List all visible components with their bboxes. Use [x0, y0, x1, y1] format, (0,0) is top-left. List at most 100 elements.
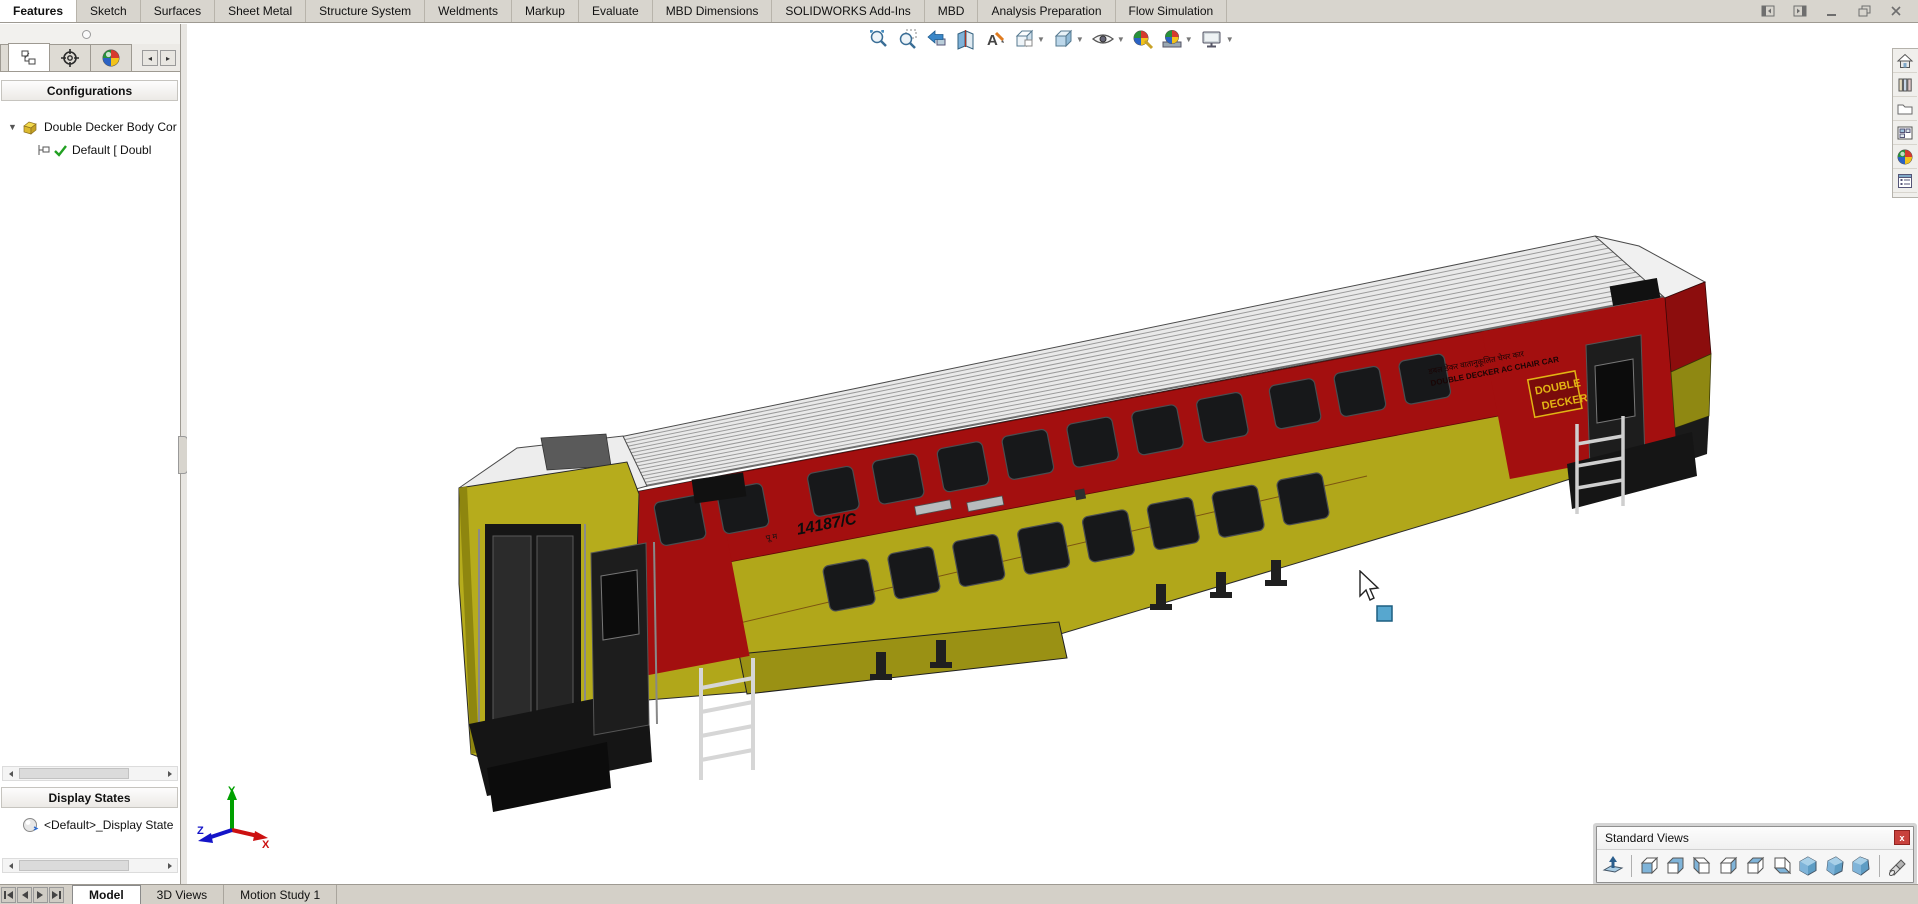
- dropdown-caret-icon[interactable]: ▼: [1117, 35, 1125, 44]
- previous-view-icon: [926, 28, 948, 50]
- reference-triad: Y X Z: [196, 782, 272, 860]
- camera-view-button[interactable]: [1885, 853, 1910, 879]
- dropdown-caret-icon[interactable]: ▼: [1076, 35, 1084, 44]
- part-icon: [22, 120, 39, 135]
- display-style-button[interactable]: ▼: [1049, 26, 1087, 52]
- left-view-button[interactable]: [1690, 853, 1715, 879]
- configuration-item-icon: [36, 143, 51, 157]
- scrollbar-thumb[interactable]: [19, 860, 129, 871]
- restore-button[interactable]: [1856, 4, 1872, 18]
- feature-manager-tab[interactable]: [8, 43, 50, 71]
- menu-tab-weldments[interactable]: Weldments: [425, 0, 512, 22]
- menu-tab-sketch[interactable]: Sketch: [77, 0, 141, 22]
- tab-scroll-prev-button[interactable]: [17, 887, 32, 903]
- front-view-button[interactable]: [1637, 853, 1662, 879]
- previous-view-button[interactable]: [923, 26, 951, 52]
- train-model[interactable]: पू म 14187/C डबल डेकर वातानुकूलित चेयर क…: [187, 24, 1918, 884]
- section-view-button[interactable]: [952, 26, 980, 52]
- scene-ball-icon: [1161, 28, 1183, 50]
- configuration-default-row[interactable]: Default [ Doubl: [0, 139, 180, 161]
- pane-toggle-left-button[interactable]: [1760, 4, 1776, 18]
- tab-3d-views[interactable]: 3D Views: [141, 885, 224, 904]
- configuration-manager-tab[interactable]: [90, 44, 132, 71]
- edit-appearance-button[interactable]: [1129, 26, 1157, 52]
- tab-scroll-next-button[interactable]: [33, 887, 48, 903]
- back-view-button[interactable]: [1663, 853, 1688, 879]
- configurations-header-label: Configurations: [47, 84, 132, 98]
- menu-tab-markup[interactable]: Markup: [512, 0, 579, 22]
- menu-tab-structure-system[interactable]: Structure System: [306, 0, 425, 22]
- right-view-button[interactable]: [1716, 853, 1741, 879]
- active-config-check-icon: [53, 143, 69, 157]
- scroll-right-arrow[interactable]: [162, 859, 177, 872]
- apply-scene-button[interactable]: ▼: [1158, 26, 1196, 52]
- view-palette-tab[interactable]: [1893, 121, 1917, 145]
- property-manager-tab[interactable]: [49, 44, 91, 71]
- window-controls: [1760, 0, 1918, 22]
- display-state-row[interactable]: <Default>_Display State: [0, 814, 180, 836]
- tree-expander-icon[interactable]: ▼: [8, 122, 18, 132]
- triad-y-label: Y: [228, 785, 236, 797]
- zoom-to-fit-button[interactable]: [865, 26, 893, 52]
- minimize-button[interactable]: [1824, 4, 1840, 18]
- menu-tab-features[interactable]: Features: [0, 0, 77, 22]
- menu-tab-analysis-preparation[interactable]: Analysis Preparation: [978, 0, 1115, 22]
- dynamic-annotation-views-button[interactable]: A: [981, 26, 1009, 52]
- panel-top-splitter[interactable]: [0, 24, 180, 44]
- tab-scroll-first-button[interactable]: [1, 887, 16, 903]
- view-orientation-button[interactable]: ▼: [1010, 26, 1048, 52]
- dimetric-view-button[interactable]: [1849, 853, 1874, 879]
- design-library-tab[interactable]: [1893, 73, 1917, 97]
- configuration-root-row[interactable]: ▼ Double Decker Body Cor: [0, 116, 180, 138]
- dropdown-caret-icon[interactable]: ▼: [1185, 35, 1193, 44]
- isometric-view-button[interactable]: [1796, 853, 1821, 879]
- tab-motion-study-1[interactable]: Motion Study 1: [224, 885, 337, 904]
- zoom-to-area-button[interactable]: [894, 26, 922, 52]
- custom-properties-tab[interactable]: [1893, 169, 1917, 193]
- display-pane-top-scrollbar[interactable]: [2, 766, 178, 781]
- dropdown-caret-icon[interactable]: ▼: [1037, 35, 1045, 44]
- file-explorer-tab[interactable]: [1893, 97, 1917, 121]
- panel-tabs-scroll-left-button[interactable]: ◂: [142, 50, 158, 66]
- trimetric-view-button[interactable]: [1822, 853, 1847, 879]
- tab-model[interactable]: Model: [72, 885, 141, 904]
- scroll-left-arrow[interactable]: [3, 767, 18, 780]
- appearances-scenes-tab[interactable]: [1893, 145, 1917, 169]
- top-view-button[interactable]: [1743, 853, 1768, 879]
- configuration-root-label: Double Decker Body Cor: [44, 120, 177, 134]
- configurations-header: Configurations: [1, 80, 178, 101]
- display-state-label: <Default>_Display State: [44, 818, 173, 832]
- books-icon: [1896, 76, 1914, 94]
- triad-x-label: X: [262, 839, 270, 851]
- menu-tab-evaluate[interactable]: Evaluate: [579, 0, 653, 22]
- bottom-view-button[interactable]: [1769, 853, 1794, 879]
- menu-tab-mbd-dimensions[interactable]: MBD Dimensions: [653, 0, 773, 22]
- normal-to-button[interactable]: [1601, 853, 1626, 879]
- graphics-viewport[interactable]: पू म 14187/C डबल डेकर वातानुकूलित चेयर क…: [187, 24, 1918, 884]
- toolbar-separator: [1631, 855, 1632, 877]
- menu-tab-flow-simulation[interactable]: Flow Simulation: [1116, 0, 1228, 22]
- hide-show-items-button[interactable]: ▼: [1088, 26, 1128, 52]
- close-button[interactable]: [1888, 4, 1904, 18]
- appearance-ball-icon: [1132, 28, 1154, 50]
- display-states-header: Display States: [1, 787, 178, 808]
- standard-views-close-button[interactable]: x: [1894, 830, 1910, 845]
- scroll-right-arrow[interactable]: [162, 767, 177, 780]
- solidworks-resources-tab[interactable]: [1893, 49, 1917, 73]
- standard-views-titlebar[interactable]: Standard Views: [1597, 827, 1913, 850]
- dropdown-caret-icon[interactable]: ▼: [1226, 35, 1234, 44]
- menu-tab-sheet-metal[interactable]: Sheet Metal: [215, 0, 306, 22]
- scrollbar-thumb[interactable]: [19, 768, 129, 779]
- menu-tab-mbd[interactable]: MBD: [925, 0, 979, 22]
- normal-to-icon: [1602, 855, 1624, 877]
- scroll-left-arrow[interactable]: [3, 859, 18, 872]
- view-settings-button[interactable]: ▼: [1197, 26, 1237, 52]
- panel-splitter-handle[interactable]: [82, 30, 91, 39]
- display-pane-bottom-scrollbar[interactable]: [2, 858, 178, 873]
- tab-scroll-last-button[interactable]: [49, 887, 64, 903]
- menu-tab-solidworks-add-ins[interactable]: SOLIDWORKS Add-Ins: [772, 0, 924, 22]
- dimetric-view-icon: [1850, 855, 1872, 877]
- panel-tabs-scroll-right-button[interactable]: ▸: [160, 50, 176, 66]
- menu-tab-surfaces[interactable]: Surfaces: [141, 0, 215, 22]
- pane-toggle-right-button[interactable]: [1792, 4, 1808, 18]
